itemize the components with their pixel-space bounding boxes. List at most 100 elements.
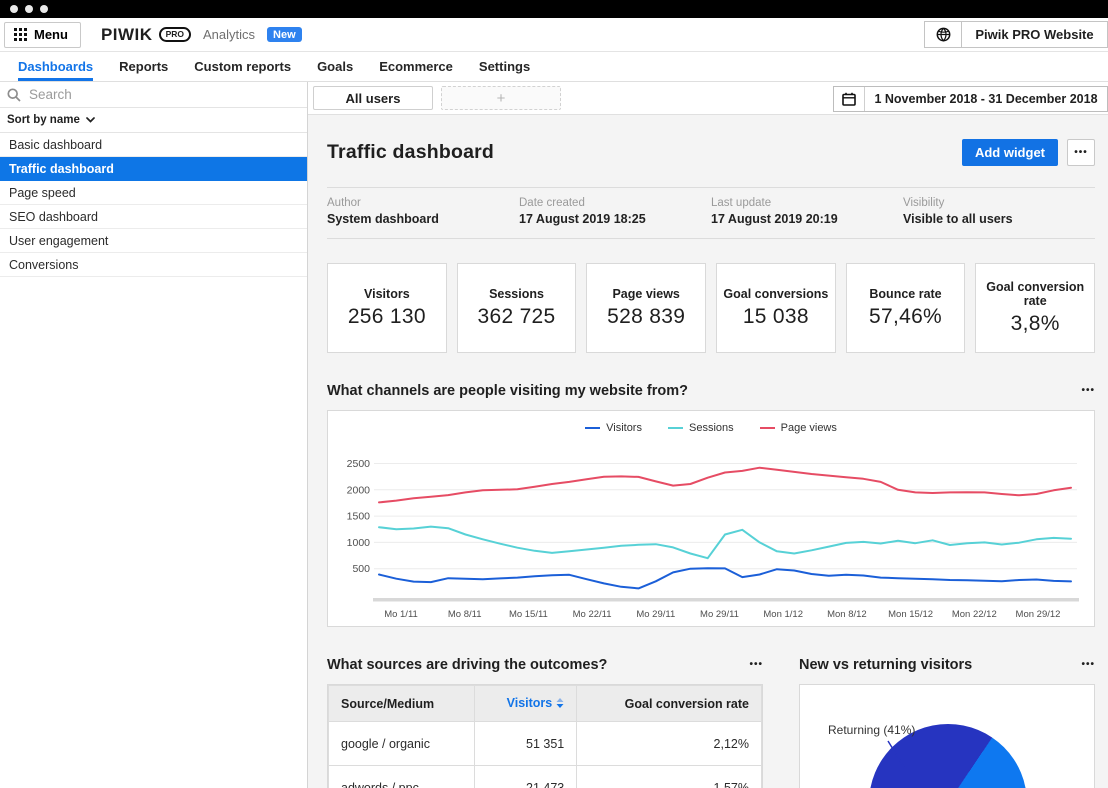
channels-line-chart: Visitors Sessions Page views 500 1000 1500… [327,410,1095,627]
svg-text:Mon 15/12: Mon 15/12 [888,609,933,620]
svg-text:Mon 22/12: Mon 22/12 [952,609,997,620]
new-badge: New [267,27,302,42]
channels-widget-menu-button[interactable]: ••• [1081,386,1095,396]
kpi-bounce-rate: Bounce rate 57,46% [845,263,966,353]
kpi-page-views: Page views 528 839 [586,263,707,353]
sources-widget-title: What sources are driving the outcomes? [327,657,608,673]
sidebar-item-page-speed[interactable]: Page speed [0,181,307,205]
legend-page-views[interactable]: Page views [759,422,837,434]
svg-text:Mo 8/11: Mo 8/11 [448,609,482,620]
website-selector-label: Piwik PRO Website [975,27,1094,42]
page-title: Traffic dashboard [327,141,495,163]
svg-text:Mo 29/11: Mo 29/11 [700,609,739,620]
window-dot-icon[interactable] [25,5,33,13]
sources-widget-menu-button[interactable]: ••• [749,660,763,670]
meta-value: System dashboard [327,212,439,226]
svg-text:1000: 1000 [347,537,371,549]
tab-goals[interactable]: Goals [304,52,366,81]
meta-value: 17 August 2019 18:25 [519,212,646,226]
window-titlebar [0,0,1108,18]
meta-label: Last update [711,197,772,209]
svg-text:2000: 2000 [347,484,371,496]
dashboard-main: Traffic dashboard Add widget ••• Author S… [308,115,1108,788]
dashboards-sidebar: Sort by name Basic dashboard Traffic das… [0,82,308,788]
kpi-cards: Visitors 256 130 Sessions 362 725 Page vie… [327,263,1096,353]
dashboard-more-button[interactable]: ••• [1067,139,1095,166]
svg-text:500: 500 [352,563,370,575]
chevron-down-icon [86,117,95,123]
chart-legend: Visitors Sessions Page views [328,411,1094,437]
svg-text:1500: 1500 [347,511,371,523]
sort-label: Sort by name [7,114,80,126]
search-input[interactable] [29,87,307,102]
svg-text:Mon 29/12: Mon 29/12 [1016,609,1061,620]
legend-swatch [585,427,601,429]
dashboard-meta: Author System dashboard Date created 17 Au… [327,188,1095,238]
search-bar [0,82,307,108]
sort-by-name-control[interactable]: Sort by name [0,108,307,133]
sidebar-item-conversions[interactable]: Conversions [0,253,307,277]
sort-arrows-icon [556,697,564,711]
add-widget-button[interactable]: Add widget [961,139,1058,166]
segment-tabstrip: All users + 1 November 2018 - 31 Decembe… [308,82,1108,115]
pro-badge: PRO [158,27,191,42]
svg-text:Mon 8/12: Mon 8/12 [827,609,867,620]
table-row[interactable]: adwords / ppc 21 473 1,57% [327,765,762,788]
window-dot-icon[interactable] [40,5,48,13]
col-visitors-sorted[interactable]: Visitors [474,685,578,722]
website-selector[interactable]: Piwik PRO Website [924,21,1108,48]
divider [327,238,1095,239]
col-source-medium[interactable]: Source/Medium [327,685,476,722]
segment-tab-all-users[interactable]: All users [313,86,433,110]
pie-widget-menu-button[interactable]: ••• [1081,660,1095,670]
meta-label: Date created [519,197,585,209]
date-range-picker[interactable]: 1 November 2018 - 31 December 2018 [833,86,1108,112]
brand-wordmark: PIWIK [100,24,153,44]
kpi-visitors: Visitors 256 130 [327,263,447,353]
meta-value: Visible to all users [903,212,1013,226]
sources-table: Source/Medium Visitors Goal conversion r… [327,684,763,788]
meta-label: Author [327,197,361,209]
svg-text:Mon 1/12: Mon 1/12 [763,609,803,620]
sidebar-item-user-engagement[interactable]: User engagement [0,229,307,253]
svg-text:2500: 2500 [347,458,371,470]
app-header: Menu PIWIK PRO Analytics New Piwik PRO W… [0,18,1108,52]
kpi-goal-conversion-rate: Goal conversion rate 3,8% [975,263,1096,353]
pie-annotation: Returning (41%) [828,723,916,737]
search-icon [7,87,21,102]
svg-text:Mo 29/11: Mo 29/11 [636,609,675,620]
legend-visitors[interactable]: Visitors [585,422,642,434]
date-range-label: 1 November 2018 - 31 December 2018 [874,92,1098,106]
svg-text:Mo 15/11: Mo 15/11 [509,609,548,620]
meta-label: Visibility [903,197,945,209]
legend-swatch [667,427,683,429]
tab-reports[interactable]: Reports [106,52,181,81]
window-dot-icon[interactable] [10,5,18,13]
table-row[interactable]: google / organic 51 351 2,12% [327,721,762,766]
grid-menu-icon [14,28,27,41]
product-name: Analytics [202,27,256,42]
ellipsis-icon: ••• [1074,146,1088,158]
tab-settings[interactable]: Settings [466,52,543,81]
menu-button-label: Menu [34,27,68,42]
new-vs-returning-pie: Returning (41%) [799,684,1095,788]
pie-widget-title: New vs returning visitors [799,657,973,673]
tab-custom-reports[interactable]: Custom reports [181,52,304,81]
tab-ecommerce[interactable]: Ecommerce [366,52,466,81]
sidebar-item-seo-dashboard[interactable]: SEO dashboard [0,205,307,229]
piwik-pro-logo: PIWIK PRO Analytics New [101,25,302,45]
col-goal-conversion-rate[interactable]: Goal conversion rate [576,685,762,722]
main-nav: Dashboards Reports Custom reports Goals … [0,52,1108,82]
menu-button[interactable]: Menu [4,21,81,48]
calendar-icon [834,87,865,111]
kpi-sessions: Sessions 362 725 [456,263,577,353]
add-segment-tab-button[interactable]: + [441,86,561,110]
channels-widget-title: What channels are people visiting my web… [327,383,688,399]
tab-dashboards[interactable]: Dashboards [5,52,106,81]
legend-swatch [759,427,775,429]
svg-text:Mo 1/11: Mo 1/11 [384,609,418,620]
legend-sessions[interactable]: Sessions [667,422,734,434]
sidebar-item-basic-dashboard[interactable]: Basic dashboard [0,133,307,157]
sidebar-item-traffic-dashboard[interactable]: Traffic dashboard [0,157,307,181]
line-chart-canvas: 500 1000 1500 2000 2500 Mo 1/11 Mo 8/11 Mo 15/1… [347,458,1079,620]
